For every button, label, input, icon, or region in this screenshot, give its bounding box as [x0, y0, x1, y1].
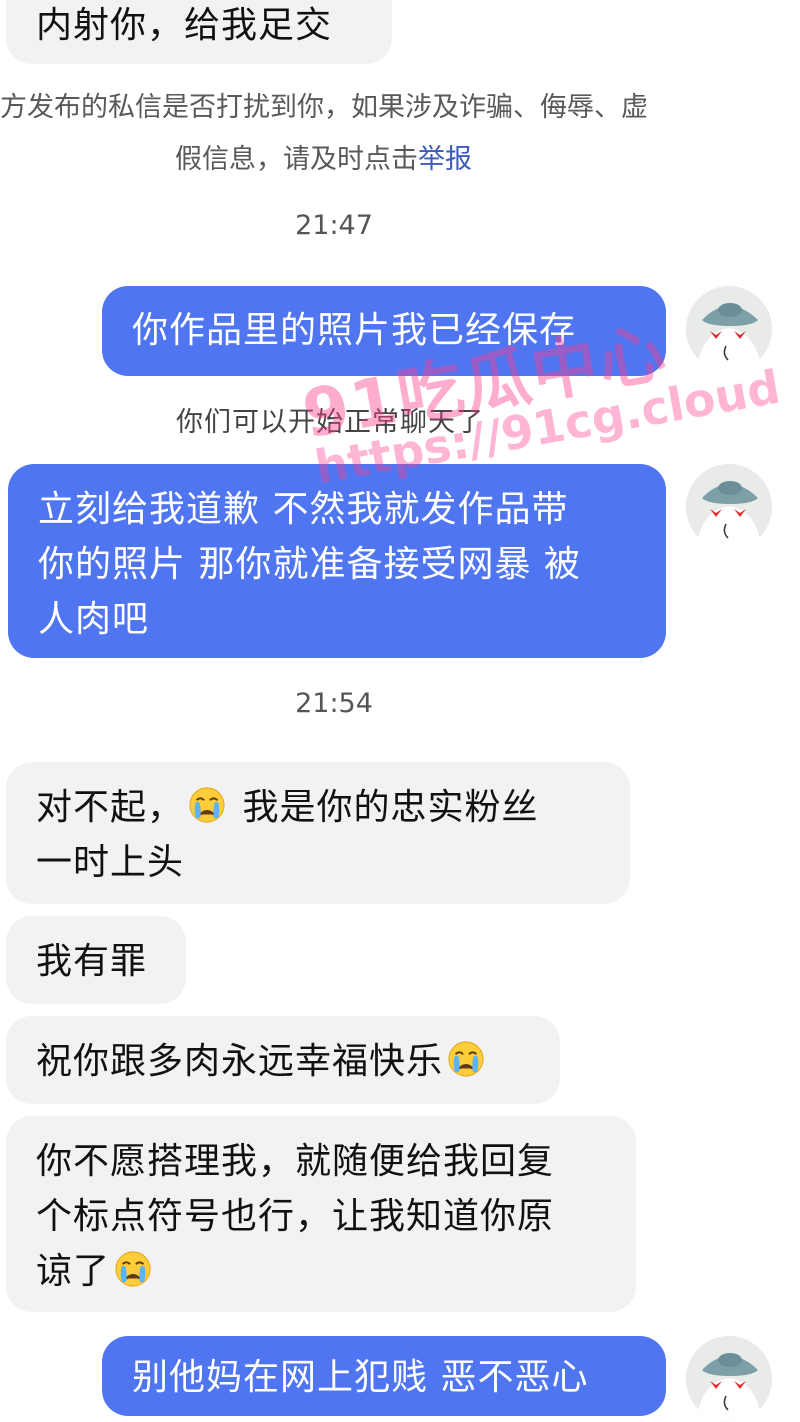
message-text: 个标点符号也行，让我知道你原 — [36, 1196, 555, 1237]
avatar[interactable] — [686, 286, 772, 372]
avatar[interactable] — [686, 464, 772, 550]
message-text-part: 对不起， — [36, 787, 185, 828]
message-bubble-incoming[interactable]: 我有罪 — [6, 916, 186, 1004]
safety-notice: 方发布的私信是否打扰到你，如果涉及诈骗、侮辱、虚 — [0, 82, 800, 134]
message-text: 内射你，给我足交 — [36, 5, 333, 46]
message-bubble-incoming[interactable]: 对不起， 我是你的忠实粉丝 一时上头 — [6, 762, 630, 904]
report-link[interactable]: 举报 — [418, 144, 472, 175]
message-text: 对不起， 我是你的忠实粉丝 — [36, 780, 600, 835]
message-text-part: 谅了 — [36, 1251, 111, 1292]
message-bubble-incoming[interactable]: 祝你跟多肉永远幸福快乐 — [6, 1016, 560, 1104]
notice-line: 假信息，请及时点击 — [175, 144, 418, 175]
safety-notice-line2: 假信息，请及时点击举报 — [175, 134, 800, 186]
crying-face-icon — [114, 1250, 152, 1288]
crying-face-icon — [188, 786, 226, 824]
message-text: 你不愿搭理我，就随便给我回复 — [36, 1141, 555, 1182]
message-text: 一时上头 — [36, 842, 185, 883]
timestamp: 21:47 — [295, 210, 373, 241]
crying-face-icon — [447, 1040, 485, 1078]
message-text: 祝你跟多肉永远幸福快乐 — [36, 1034, 530, 1089]
message-bubble-outgoing[interactable]: 立刻给我道歉 不然我就发作品带 你的照片 那你就准备接受网暴 被 人肉吧 — [8, 464, 666, 658]
cat-avatar-icon — [686, 1336, 772, 1422]
message-text: 我有罪 — [36, 941, 148, 982]
message-text: 你的照片 那你就准备接受网暴 被 — [38, 544, 581, 585]
message-text: 谅了 — [36, 1244, 606, 1299]
message-text: 人肉吧 — [38, 599, 150, 640]
avatar[interactable] — [686, 1336, 772, 1422]
cat-avatar-icon — [686, 464, 772, 550]
timestamp: 21:54 — [295, 688, 373, 719]
message-bubble-incoming[interactable]: 你不愿搭理我，就随便给我回复 个标点符号也行，让我知道你原 谅了 — [6, 1116, 636, 1312]
message-text-part: 我是你的忠实粉丝 — [242, 787, 539, 828]
message-text: 别他妈在网上犯贱 恶不恶心 — [132, 1357, 589, 1398]
message-bubble-outgoing[interactable]: 别他妈在网上犯贱 恶不恶心 — [102, 1336, 666, 1416]
cat-avatar-icon — [686, 286, 772, 372]
notice-line: 方发布的私信是否打扰到你，如果涉及诈骗、侮辱、虚 — [0, 92, 648, 123]
message-bubble-incoming[interactable]: 内射你，给我足交 — [6, 0, 392, 64]
message-text-part: 祝你跟多肉永远幸福快乐 — [36, 1041, 444, 1082]
